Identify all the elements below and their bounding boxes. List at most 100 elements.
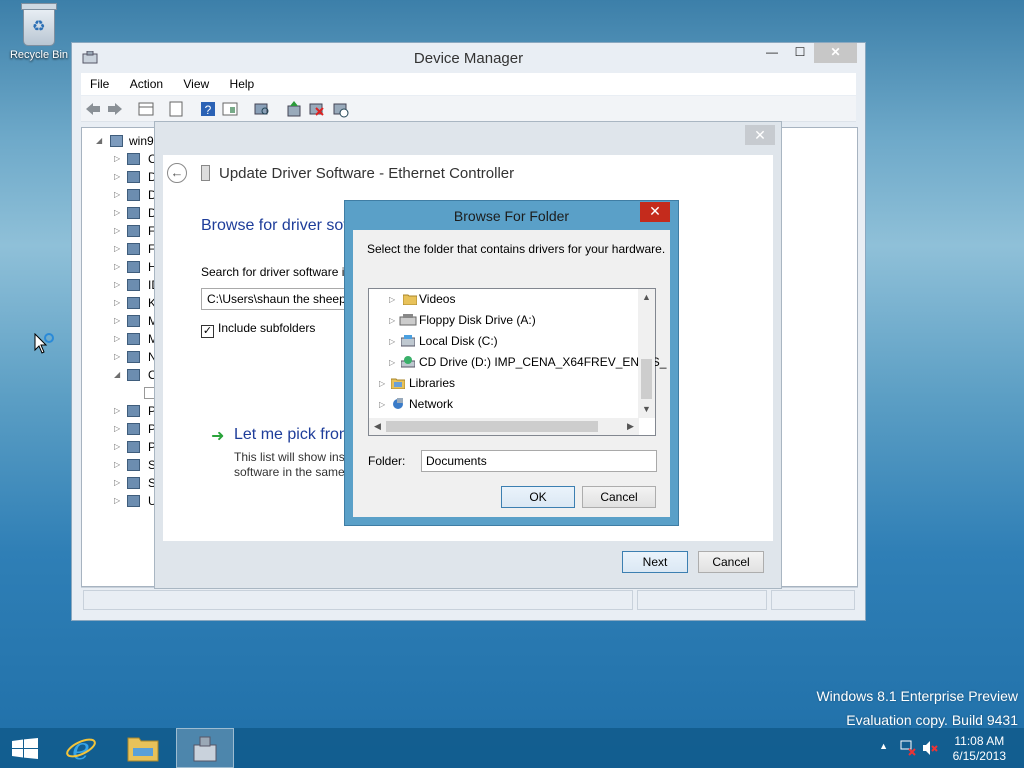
pick-from-list-link[interactable]: Let me pick from bbox=[234, 426, 352, 444]
close-button[interactable]: ✕ bbox=[640, 202, 670, 222]
tree-item[interactable]: ▷ U bbox=[82, 492, 157, 510]
tree-item[interactable]: ▷ID bbox=[82, 276, 160, 294]
horizontal-scrollbar[interactable]: ◀ ▶ bbox=[369, 418, 639, 435]
system-clock[interactable]: 11:08 AM 6/15/2013 bbox=[953, 734, 1006, 764]
tree-item[interactable]: ▷ F bbox=[82, 240, 155, 258]
tree-item[interactable]: ▷ P bbox=[82, 420, 156, 438]
scroll-thumb[interactable] bbox=[386, 421, 598, 432]
vertical-scrollbar[interactable]: ▲ ▼ bbox=[638, 289, 655, 418]
menu-help[interactable]: Help bbox=[221, 73, 263, 91]
disable-device-icon[interactable] bbox=[331, 100, 349, 118]
internet-explorer-button[interactable]: e bbox=[52, 728, 110, 768]
tree-item[interactable]: ▷ P bbox=[82, 438, 156, 456]
expand-arrow-icon[interactable]: ▷ bbox=[389, 358, 395, 367]
expand-arrow-icon[interactable]: ▷ bbox=[114, 460, 120, 469]
menu-action[interactable]: Action bbox=[121, 73, 171, 91]
tree-item[interactable]: ◢ O bbox=[82, 366, 157, 384]
expand-arrow-icon[interactable]: ▷ bbox=[114, 352, 120, 361]
tree-item-cd-drive[interactable]: ▷ CD Drive (D:) IMP_CENA_X64FREV_EN-US_ bbox=[389, 355, 666, 369]
scroll-thumb[interactable] bbox=[641, 359, 652, 399]
expand-arrow-icon[interactable]: ▷ bbox=[389, 337, 395, 346]
file-explorer-button[interactable] bbox=[114, 728, 172, 768]
scan-hardware-icon[interactable] bbox=[253, 100, 271, 118]
properties-grid-icon[interactable] bbox=[137, 100, 155, 118]
tree-item[interactable]: ▷ C bbox=[82, 150, 157, 168]
update-driver-icon[interactable] bbox=[285, 100, 303, 118]
tree-item[interactable]: ▷ P bbox=[82, 402, 156, 420]
expand-arrow-icon[interactable]: ▷ bbox=[389, 295, 395, 304]
show-hidden-icons-icon[interactable]: ▲ bbox=[879, 741, 888, 751]
expand-arrow-icon[interactable]: ▷ bbox=[379, 379, 385, 388]
expand-arrow-icon[interactable]: ▷ bbox=[114, 226, 120, 235]
expand-arrow-icon[interactable]: ▷ bbox=[114, 406, 120, 415]
expand-arrow-icon[interactable]: ▷ bbox=[114, 496, 120, 505]
network-status-icon[interactable] bbox=[900, 740, 916, 756]
cancel-button[interactable]: Cancel bbox=[698, 551, 764, 573]
expand-arrow-icon[interactable]: ▷ bbox=[114, 244, 120, 253]
cancel-button[interactable]: Cancel bbox=[582, 486, 656, 508]
tree-item[interactable]: ▷ F bbox=[82, 222, 155, 240]
tree-item[interactable]: ▷ S bbox=[82, 456, 156, 474]
tree-item[interactable]: ▷ S bbox=[82, 474, 156, 492]
expand-arrow-icon[interactable]: ▷ bbox=[114, 280, 120, 289]
expand-arrow-icon[interactable]: ▷ bbox=[114, 334, 120, 343]
expand-arrow-icon[interactable]: ▷ bbox=[114, 298, 120, 307]
tree-item[interactable]: ▷ D bbox=[82, 168, 157, 186]
ok-button[interactable]: OK bbox=[501, 486, 575, 508]
tree-item[interactable]: ▷ D bbox=[82, 204, 157, 222]
menu-view[interactable]: View bbox=[174, 73, 217, 91]
tree-item-videos[interactable]: ▷ Videos bbox=[389, 292, 455, 306]
expand-arrow-icon[interactable]: ▷ bbox=[379, 400, 385, 409]
windows-start-icon[interactable] bbox=[12, 738, 38, 760]
close-button[interactable]: ✕ bbox=[745, 125, 775, 145]
help-icon[interactable]: ? bbox=[199, 100, 217, 118]
list-view-icon[interactable] bbox=[167, 100, 185, 118]
menu-file[interactable]: File bbox=[81, 73, 117, 91]
expand-arrow-icon[interactable]: ▷ bbox=[114, 208, 120, 217]
device-manager-taskbar-button[interactable] bbox=[176, 728, 234, 768]
maximize-button[interactable]: ☐ bbox=[785, 43, 815, 63]
expand-arrow-icon[interactable]: ▷ bbox=[114, 190, 120, 199]
tree-item[interactable]: ▷ H bbox=[82, 258, 157, 276]
expand-arrow-icon[interactable]: ▷ bbox=[389, 316, 395, 325]
scroll-down-icon[interactable]: ▼ bbox=[638, 401, 655, 418]
scroll-left-icon[interactable]: ◀ bbox=[369, 418, 386, 435]
expand-arrow-icon[interactable]: ▷ bbox=[114, 442, 120, 451]
expand-arrow-icon[interactable]: ▷ bbox=[114, 424, 120, 433]
tree-item[interactable]: ▷ D bbox=[82, 186, 157, 204]
expand-arrow-icon[interactable]: ▷ bbox=[114, 262, 120, 271]
expand-arrow-icon[interactable]: ▷ bbox=[114, 172, 120, 181]
expand-arrow-icon[interactable]: ▷ bbox=[114, 316, 120, 325]
title-bar[interactable]: Device Manager — ☐ ✕ bbox=[72, 43, 865, 73]
panel-icon[interactable] bbox=[221, 100, 239, 118]
expand-arrow-icon[interactable]: ▷ bbox=[114, 478, 120, 487]
close-button[interactable]: ✕ bbox=[814, 43, 857, 63]
scroll-up-icon[interactable]: ▲ bbox=[638, 289, 655, 306]
minimize-button[interactable]: — bbox=[757, 43, 787, 63]
folder-tree[interactable]: ▷ Videos ▷ Floppy Disk Drive (A:) ▷ Loca… bbox=[368, 288, 666, 436]
tree-root[interactable]: ◢ win9 bbox=[82, 132, 154, 150]
driver-path-input[interactable]: C:\Users\shaun the sheep\ bbox=[201, 288, 361, 310]
tree-item-local-disk[interactable]: ▷ Local Disk (C:) bbox=[389, 334, 498, 348]
tree-item-network[interactable]: ▷ Network bbox=[379, 397, 453, 411]
tree-item-libraries[interactable]: ▷ Libraries bbox=[379, 376, 455, 390]
back-button[interactable]: ← bbox=[167, 163, 187, 183]
tree-item[interactable]: ▷ M bbox=[82, 312, 158, 330]
recycle-bin[interactable]: Recycle Bin bbox=[6, 3, 72, 61]
tree-item[interactable]: ▷ M bbox=[82, 330, 158, 348]
volume-muted-icon[interactable] bbox=[922, 740, 938, 756]
next-button[interactable]: Next bbox=[622, 551, 688, 573]
tree-item[interactable] bbox=[82, 384, 157, 402]
uninstall-icon[interactable] bbox=[307, 100, 325, 118]
include-subfolders-checkbox[interactable]: ✓ Include subfolders bbox=[201, 321, 315, 338]
folder-input[interactable]: Documents bbox=[421, 450, 657, 472]
back-arrow-icon[interactable] bbox=[84, 100, 102, 118]
collapse-arrow-icon[interactable]: ◢ bbox=[114, 370, 120, 379]
collapse-arrow-icon[interactable]: ◢ bbox=[96, 136, 102, 145]
expand-arrow-icon[interactable]: ▷ bbox=[114, 154, 120, 163]
scroll-right-icon[interactable]: ▶ bbox=[622, 418, 639, 435]
forward-arrow-icon[interactable] bbox=[106, 100, 124, 118]
tree-item[interactable]: ▷ K bbox=[82, 294, 156, 312]
tree-item[interactable]: ▷ N bbox=[82, 348, 157, 366]
tree-item-floppy[interactable]: ▷ Floppy Disk Drive (A:) bbox=[389, 313, 536, 327]
